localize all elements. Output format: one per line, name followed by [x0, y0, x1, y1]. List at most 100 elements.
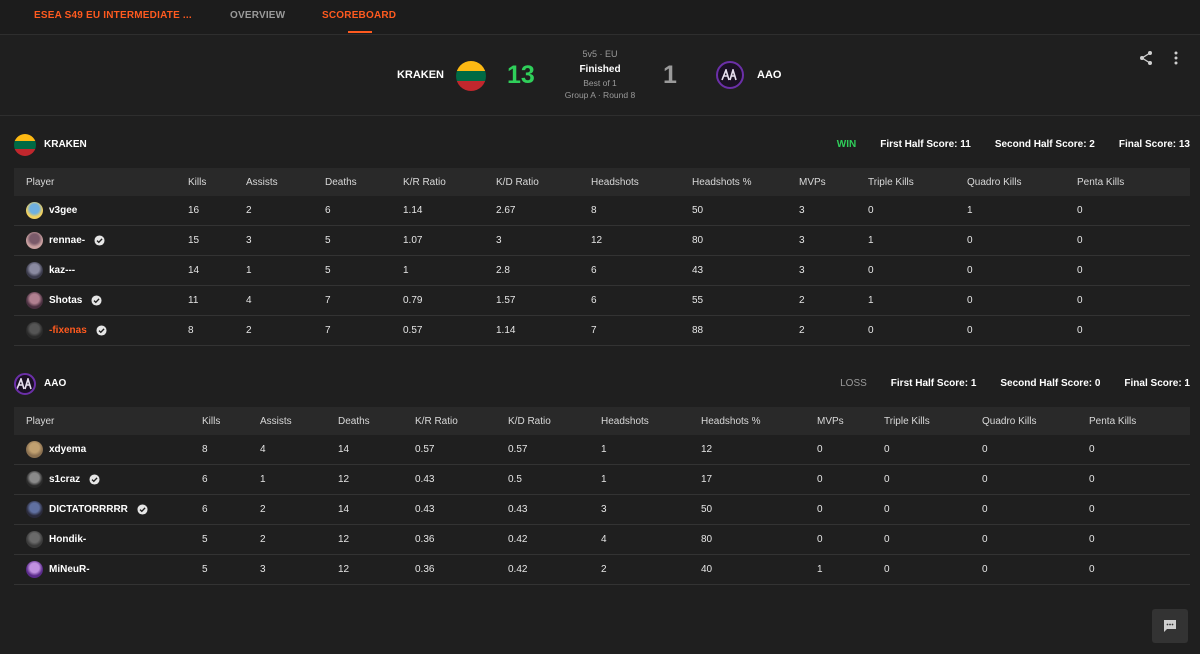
match-header: KRAKEN 13 5v5 · EU Finished Best of 1 Gr… — [0, 35, 1200, 116]
stat-cell: 1 — [601, 435, 701, 465]
team1-final: Final Score: 13 — [1118, 139, 1190, 150]
avatar[interactable] — [26, 501, 43, 518]
player-name[interactable]: s1craz — [49, 474, 80, 485]
stat-cell: 1 — [260, 464, 338, 495]
aao-logo-icon[interactable] — [716, 61, 744, 89]
team2-final: Final Score: 1 — [1124, 378, 1190, 389]
avatar[interactable] — [26, 202, 43, 219]
stat-cell: 0 — [1089, 494, 1190, 525]
stat-cell: 40 — [701, 554, 817, 585]
team2-summary: LOSS First Half Score: 1 Second Half Sco… — [840, 378, 1190, 389]
player-name[interactable]: v3gee — [49, 205, 77, 216]
team1-first-half: First Half Score: 11 — [880, 139, 971, 150]
stat-cell: 0 — [868, 196, 967, 226]
stat-cell: 43 — [692, 255, 799, 286]
stat-cell: 11 — [188, 285, 246, 316]
share-icon[interactable] — [1138, 50, 1154, 69]
stat-cell: 0.43 — [415, 464, 508, 495]
player-name[interactable]: Hondik- — [49, 534, 86, 545]
table-row: kaz--- 14 1 5 1 2.8 6 43 3 0 0 0 — [14, 255, 1190, 286]
avatar[interactable] — [26, 262, 43, 279]
stat-cell: 12 — [338, 554, 415, 585]
player-name[interactable]: -fixenas — [49, 325, 87, 336]
stat-cell: 5 — [325, 225, 403, 256]
team2-header: AAO LOSS First Half Score: 1 Second Half… — [14, 369, 1190, 399]
player-cell: -fixenas — [14, 315, 188, 346]
column-header: Quadro Kills — [967, 168, 1077, 196]
team1-header: KRAKEN WIN First Half Score: 11 Second H… — [14, 130, 1190, 160]
table-header-row: Player Kills Assists Deaths K/R Ratio K/D Rat… — [14, 407, 1190, 435]
stat-cell: 1 — [868, 225, 967, 256]
stat-cell: 0.57 — [403, 315, 496, 346]
stat-cell: 8 — [188, 315, 246, 346]
avatar[interactable] — [26, 292, 43, 309]
avatar[interactable] — [26, 471, 43, 488]
stat-cell: 2 — [260, 494, 338, 525]
stat-cell: 15 — [188, 225, 246, 256]
stat-cell: 1 — [967, 196, 1077, 226]
stat-cell: 3 — [601, 494, 701, 525]
chat-button[interactable] — [1152, 609, 1188, 643]
avatar[interactable] — [26, 232, 43, 249]
team1-name[interactable]: KRAKEN — [397, 69, 444, 81]
match-format: Best of 1 — [583, 78, 617, 88]
avatar[interactable] — [26, 441, 43, 458]
stat-cell: 0 — [817, 524, 884, 555]
stat-cell: 0 — [1077, 285, 1190, 316]
table-header-row: Player Kills Assists Deaths K/R Ratio K/D Rat… — [14, 168, 1190, 196]
avatar[interactable] — [26, 322, 43, 339]
stat-cell: 2 — [601, 554, 701, 585]
column-header: K/D Ratio — [496, 168, 591, 196]
stat-cell: 7 — [591, 315, 692, 346]
tab-event[interactable]: ESEA S49 EU INTERMEDIATE ... — [34, 10, 192, 21]
tab-overview[interactable]: OVERVIEW — [230, 10, 285, 21]
team2-second-half: Second Half Score: 0 — [1000, 378, 1101, 389]
stat-cell: 1.14 — [496, 315, 591, 346]
player-name[interactable]: xdyema — [49, 444, 86, 455]
stat-cell: 1 — [868, 285, 967, 316]
player-name[interactable]: rennae- — [49, 235, 85, 246]
column-header: Triple Kills — [868, 168, 967, 196]
player-cell: DICTATORRRRR — [14, 494, 202, 525]
stat-cell: 0 — [967, 315, 1077, 346]
column-header: Player — [14, 168, 188, 196]
stat-cell: 0 — [1089, 464, 1190, 495]
match-status: Finished — [579, 64, 621, 75]
stat-cell: 0.36 — [415, 524, 508, 555]
column-header: Penta Kills — [1089, 407, 1190, 435]
column-header: Penta Kills — [1077, 168, 1190, 196]
player-name[interactable]: MiNeuR- — [49, 564, 90, 575]
stat-cell: 2 — [246, 315, 325, 346]
stat-cell: 0.36 — [415, 554, 508, 585]
column-header: MVPs — [799, 168, 868, 196]
team2-section-name[interactable]: AAO — [44, 378, 66, 389]
kebab-icon[interactable] — [1172, 50, 1180, 69]
stat-cell: 6 — [202, 464, 260, 495]
player-name[interactable]: kaz--- — [49, 265, 75, 276]
player-name[interactable]: Shotas — [49, 295, 82, 306]
team1-section-name[interactable]: KRAKEN — [44, 139, 87, 150]
avatar[interactable] — [26, 561, 43, 578]
team2-scoreboard: Player Kills Assists Deaths K/R Ratio K/D Rat… — [14, 407, 1190, 585]
player-name[interactable]: DICTATORRRRR — [49, 504, 128, 515]
stat-cell: 3 — [799, 225, 868, 256]
stat-cell: 12 — [338, 464, 415, 495]
column-header: Assists — [260, 407, 338, 435]
stat-cell: 7 — [325, 285, 403, 316]
stat-cell: 6 — [591, 255, 692, 286]
tab-scoreboard[interactable]: SCOREBOARD — [322, 10, 396, 21]
stat-cell: 0 — [817, 435, 884, 465]
verified-icon — [89, 474, 100, 485]
team2-name[interactable]: AAO — [757, 69, 781, 81]
stat-cell: 2 — [799, 315, 868, 346]
stat-cell: 2.67 — [496, 196, 591, 226]
stat-cell: 0.79 — [403, 285, 496, 316]
stat-cell: 1.07 — [403, 225, 496, 256]
table-row: Shotas 11 4 7 0.79 1.57 6 55 2 1 0 0 — [14, 285, 1190, 316]
stat-cell: 6 — [325, 196, 403, 226]
stat-cell: 1.57 — [496, 285, 591, 316]
stat-cell: 7 — [325, 315, 403, 346]
verified-icon — [91, 295, 102, 306]
stat-cell: 2 — [260, 524, 338, 555]
avatar[interactable] — [26, 531, 43, 548]
